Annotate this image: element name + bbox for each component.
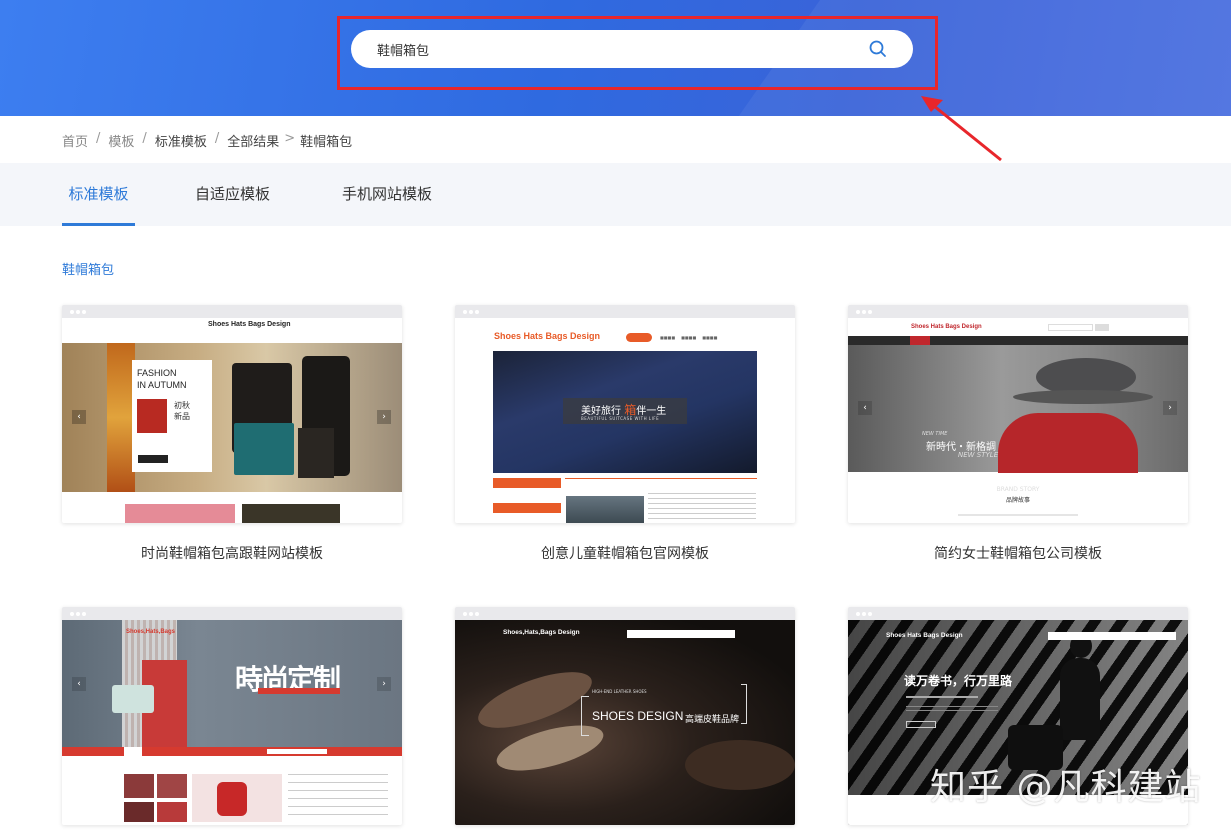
banner-text-2: 箱 xyxy=(624,403,637,417)
carousel-next-icon: › xyxy=(377,410,391,424)
template-card-1[interactable]: Shoes Hats Bags Design FASHION IN AUTUMN… xyxy=(62,305,402,523)
tab-standard[interactable]: 标准模板 xyxy=(62,163,135,226)
brand-story-cn: 品牌故事 xyxy=(1005,497,1030,504)
mini-site-logo: Shoes Hats Bags Design xyxy=(886,632,963,639)
breadcrumb-home[interactable]: 首页 xyxy=(62,131,88,150)
template-title-1[interactable]: 时尚鞋帽箱包高跟鞋网站模板 xyxy=(62,543,402,563)
breadcrumb-separator: / xyxy=(142,131,147,146)
banner-headline: FASHION xyxy=(137,368,177,378)
tab-bar: 标准模板 自适应模板 手机网站模板 xyxy=(0,163,1231,226)
carousel-prev-icon: ‹ xyxy=(72,677,86,691)
template-preview: Shoes Hats Bags Design FASHION IN AUTUMN… xyxy=(62,318,402,523)
browser-chrome xyxy=(455,607,795,620)
tab-responsive[interactable]: 自适应模板 xyxy=(195,163,270,226)
breadcrumb-standard[interactable]: 标准模板 xyxy=(155,131,207,150)
breadcrumb-separator: / xyxy=(96,131,101,146)
browser-chrome xyxy=(848,305,1188,318)
breadcrumb-current: 鞋帽箱包 xyxy=(300,135,353,150)
mini-site-logo: Shoes Hats Bags Design xyxy=(911,324,982,330)
carousel-prev-icon: ‹ xyxy=(858,401,872,415)
mini-site-logo: Shoes Hats Bags Design xyxy=(494,331,601,341)
section-title: 鞋帽箱包 xyxy=(62,263,115,278)
carousel-next-icon: › xyxy=(1163,401,1177,415)
template-card-5[interactable]: Shoes,Hats,Bags Design HIGH-END LEATHER … xyxy=(455,607,795,825)
banner-subheadline: IN AUTUMN xyxy=(137,380,187,390)
mini-site-logo: Shoes,Hats,Bags xyxy=(126,629,176,635)
browser-chrome xyxy=(848,607,1188,620)
template-preview: Shoes Hats Bags Design ■■■■ ■■■■ ■■■■ 美好旅行… xyxy=(455,318,795,523)
template-title-3[interactable]: 简约女士鞋帽箱包公司模板 xyxy=(848,543,1188,563)
breadcrumb-separator: > xyxy=(284,131,296,146)
tab-mobile[interactable]: 手机网站模板 xyxy=(342,163,432,226)
browser-chrome xyxy=(62,607,402,620)
banner-title: SHOES DESIGN xyxy=(592,709,684,723)
template-card-2[interactable]: Shoes Hats Bags Design ■■■■ ■■■■ ■■■■ 美好旅行… xyxy=(455,305,795,523)
banner-cn-2: 新品 xyxy=(174,412,190,421)
carousel-next-icon: › xyxy=(377,677,391,691)
mini-site-logo: Shoes,Hats,Bags Design xyxy=(503,629,580,636)
browser-chrome xyxy=(455,305,795,318)
template-preview: Shoes,Hats,Bags Design HIGH-END LEATHER … xyxy=(455,620,795,825)
mini-site-logo: Shoes Hats Bags Design xyxy=(208,321,291,328)
banner-cn-1: 初秋 xyxy=(174,401,190,410)
banner-text-3: NEW STYLE xyxy=(958,451,999,459)
banner-text-1: NEW TIME xyxy=(922,431,948,437)
template-preview: Shoes Hats Bags Design NEW TIME 新時代・新格調 … xyxy=(848,318,1188,523)
zhihu-watermark: 知乎 @凡科建站 xyxy=(930,767,1202,808)
search-highlight-box xyxy=(337,16,938,90)
template-title-2[interactable]: 创意儿童鞋帽箱包官网模板 xyxy=(455,543,795,563)
red-arrow-annotation xyxy=(921,96,1002,162)
banner-title: 读万卷书，行万里路 xyxy=(904,674,1013,688)
banner-small: HIGH-END LEATHER SHOES xyxy=(592,689,647,694)
banner-text-4: BEAUTIFUL SUITCASE WITH LIFE xyxy=(581,416,660,421)
breadcrumb: 首页 / 模板 / 标准模板 / 全部结果 > 鞋帽箱包 xyxy=(62,131,352,150)
brand-story-en: BRAND STORY xyxy=(996,486,1040,493)
template-card-3[interactable]: Shoes Hats Bags Design NEW TIME 新時代・新格調 … xyxy=(848,305,1188,523)
breadcrumb-templates[interactable]: 模板 xyxy=(108,131,134,150)
carousel-prev-icon: ‹ xyxy=(72,410,86,424)
breadcrumb-separator: / xyxy=(214,131,220,146)
browser-chrome xyxy=(62,305,402,318)
banner-cn: 高端皮鞋品牌 xyxy=(685,715,740,725)
breadcrumb-all-results[interactable]: 全部结果 xyxy=(227,131,279,150)
template-preview: Shoes,Hats,Bags 時尚定制 ‹ › xyxy=(62,620,402,825)
template-card-4[interactable]: Shoes,Hats,Bags 時尚定制 ‹ › xyxy=(62,607,402,825)
